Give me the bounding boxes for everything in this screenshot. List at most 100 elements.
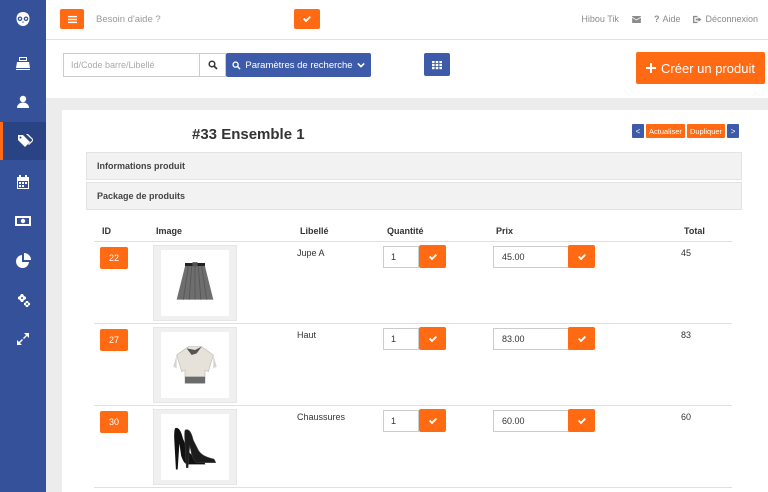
chevron-down-icon xyxy=(356,62,365,68)
row-total: 60 xyxy=(681,412,692,422)
sidebar-item-tags[interactable] xyxy=(0,122,46,160)
help-link[interactable]: ? Aide xyxy=(654,14,681,24)
search-input[interactable] xyxy=(63,53,199,77)
quantity-confirm-button[interactable] xyxy=(419,327,446,350)
create-product-label: Créer un produit xyxy=(661,60,755,76)
sidebar-item-money[interactable] xyxy=(0,202,46,240)
messages-link[interactable] xyxy=(632,15,641,23)
check-icon xyxy=(577,253,586,260)
create-product-button[interactable]: Créer un produit xyxy=(636,52,765,84)
help-submit-button[interactable] xyxy=(294,9,320,29)
section-info-header[interactable]: Informations produit xyxy=(86,152,742,180)
price-field[interactable] xyxy=(493,328,569,350)
search-button[interactable] xyxy=(199,53,226,77)
search-params-button[interactable]: Paramètres de recherche xyxy=(226,53,371,77)
sidebar-item-calendar[interactable] xyxy=(0,163,46,201)
sidebar-item-settings[interactable] xyxy=(0,281,46,319)
refresh-button[interactable]: Actualiser xyxy=(646,124,685,138)
sweater-image xyxy=(173,346,217,384)
sidebar-item-user[interactable] xyxy=(0,83,46,121)
price-field[interactable] xyxy=(493,246,569,268)
row-label: Haut xyxy=(297,330,317,340)
expand-icon xyxy=(17,333,29,345)
prev-button[interactable]: < xyxy=(632,124,644,138)
quantity-field[interactable] xyxy=(383,328,419,350)
table-divider xyxy=(94,405,732,406)
row-id-button[interactable]: 22 xyxy=(100,247,128,269)
grid-view-button[interactable] xyxy=(424,53,450,76)
help-input[interactable]: Besoin d'aide ? xyxy=(96,14,161,25)
quantity-field[interactable] xyxy=(383,410,419,432)
hamburger-icon xyxy=(67,15,77,23)
section-package-header[interactable]: Package de produits xyxy=(86,182,742,210)
question-icon: ? xyxy=(653,14,660,24)
search-params-label: Paramètres de recherche xyxy=(245,59,353,71)
menu-toggle-button[interactable] xyxy=(60,9,84,29)
logout-link[interactable]: Déconnexion xyxy=(693,14,758,24)
product-image xyxy=(153,245,237,321)
price-confirm-button[interactable] xyxy=(568,245,595,268)
price-field[interactable] xyxy=(493,410,569,432)
product-panel: #33 Ensemble 1 < Actualiser Dupliquer > … xyxy=(62,110,768,492)
help-link-label: Aide xyxy=(662,14,681,24)
price-confirm-button[interactable] xyxy=(568,327,595,350)
col-header-qty: Quantité xyxy=(387,226,424,236)
user-name-link[interactable]: Hibou Tik xyxy=(581,14,619,24)
plus-icon xyxy=(646,63,657,73)
cash-register-icon xyxy=(16,57,30,70)
product-nav: < Actualiser Dupliquer > xyxy=(632,124,740,138)
table-row: 22 Jupe A 45 xyxy=(94,243,732,325)
quantity-confirm-button[interactable] xyxy=(419,409,446,432)
sidebar-item-expand[interactable] xyxy=(0,320,46,358)
sidebar-item-stats[interactable] xyxy=(0,242,46,280)
calendar-icon xyxy=(17,175,29,189)
heels-image xyxy=(174,427,217,470)
tags-icon xyxy=(17,134,33,147)
row-label: Jupe A xyxy=(297,248,325,258)
envelope-icon xyxy=(632,15,641,23)
row-label: Chaussures xyxy=(297,412,346,422)
table-row: 30 Chaussures 60 xyxy=(94,407,732,489)
table-row: 27 Haut 83 xyxy=(94,325,732,407)
skirt-image xyxy=(176,262,214,300)
sign-out-icon xyxy=(693,15,703,23)
search-icon xyxy=(207,60,218,70)
row-total: 83 xyxy=(681,330,692,340)
check-icon xyxy=(428,335,437,342)
quantity-field[interactable] xyxy=(383,246,419,268)
search-toolbar: Paramètres de recherche Créer un produit xyxy=(46,40,768,98)
logout-link-label: Déconnexion xyxy=(705,14,758,24)
topbar: Besoin d'aide ? Hibou Tik ? Aide Déconne… xyxy=(46,0,768,40)
quantity-confirm-button[interactable] xyxy=(419,245,446,268)
table-divider xyxy=(94,241,732,242)
check-icon xyxy=(428,253,437,260)
duplicate-button[interactable]: Dupliquer xyxy=(686,124,726,138)
next-button[interactable]: > xyxy=(727,124,740,138)
user-icon xyxy=(17,95,29,108)
cogs-icon xyxy=(18,294,30,307)
product-image-frame xyxy=(161,250,229,316)
check-icon xyxy=(577,417,586,424)
row-id-button[interactable]: 27 xyxy=(100,329,128,351)
row-total: 45 xyxy=(681,248,692,258)
product-image-frame xyxy=(161,414,229,480)
page-title: #33 Ensemble 1 xyxy=(192,126,305,143)
grid-icon xyxy=(432,60,442,69)
col-header-image: Image xyxy=(156,226,183,236)
check-icon xyxy=(303,15,311,23)
check-icon xyxy=(577,335,586,342)
money-icon xyxy=(15,216,31,226)
sidebar xyxy=(0,0,46,492)
pie-chart-icon xyxy=(16,253,31,268)
product-image-frame xyxy=(161,332,229,398)
price-confirm-button[interactable] xyxy=(568,409,595,432)
col-header-label: Libellé xyxy=(300,226,329,236)
col-header-price: Prix xyxy=(496,226,514,236)
sidebar-item-cash-register[interactable] xyxy=(0,44,46,82)
search-icon xyxy=(232,60,241,70)
table-divider xyxy=(94,323,732,324)
owl-logo-icon[interactable] xyxy=(0,0,46,38)
row-id-button[interactable]: 30 xyxy=(100,411,128,433)
col-header-id: ID xyxy=(102,226,111,236)
owl-logo-icon-svg xyxy=(16,12,30,26)
